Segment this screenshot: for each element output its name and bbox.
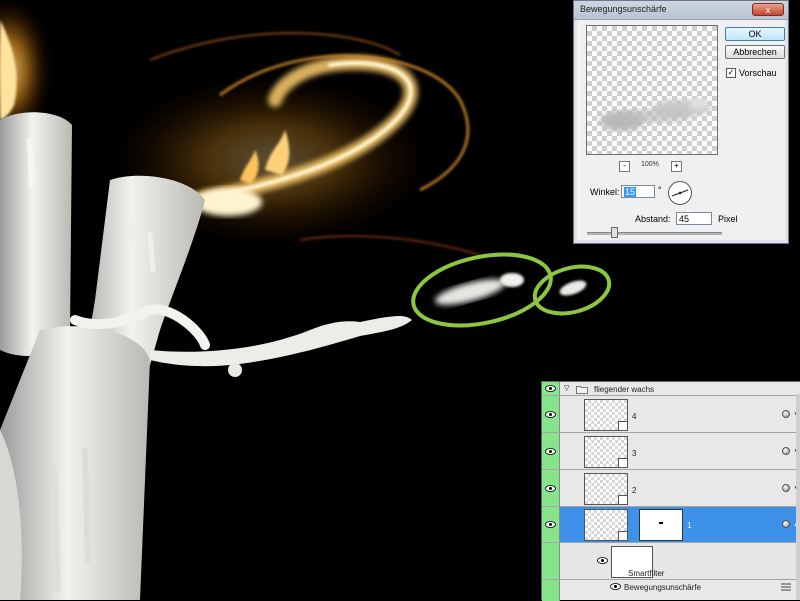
eye-icon xyxy=(545,411,556,418)
distance-label: Abstand: xyxy=(635,214,671,224)
smart-filter-icon[interactable] xyxy=(782,447,790,455)
filter-options-icon[interactable] xyxy=(780,582,792,591)
ok-button[interactable]: OK xyxy=(725,27,785,41)
filter-entry-row[interactable]: Bewegungsunschärfe xyxy=(542,580,800,601)
layer-thumbnail[interactable] xyxy=(584,399,628,431)
layer-group-row[interactable]: ▽ fliegender wachs xyxy=(542,382,800,396)
zoom-in-button[interactable]: + xyxy=(671,161,682,172)
eye-column xyxy=(542,580,560,601)
preview-checkbox[interactable]: ✓ Vorschau xyxy=(726,68,777,78)
angle-input[interactable]: 15 xyxy=(621,185,655,198)
preview-label: Vorschau xyxy=(739,68,777,78)
smart-object-icon xyxy=(618,531,627,540)
layer-thumbnail[interactable] xyxy=(584,509,628,541)
smartfilter-label: Smartfilter xyxy=(628,569,665,578)
eye-icon xyxy=(545,385,556,392)
smart-filter-icon[interactable] xyxy=(782,410,790,418)
angle-dial[interactable] xyxy=(668,181,692,205)
eye-icon xyxy=(545,485,556,492)
visibility-toggle[interactable] xyxy=(542,470,560,506)
eye-icon xyxy=(545,521,556,528)
group-name: fliegender wachs xyxy=(594,385,655,394)
visibility-toggle[interactable] xyxy=(542,507,560,542)
layers-scrollbar[interactable] xyxy=(796,394,800,600)
folder-icon xyxy=(576,386,588,394)
chevron-down-icon[interactable]: ▽ xyxy=(564,384,569,392)
eye-icon[interactable] xyxy=(610,583,621,590)
smart-object-icon xyxy=(618,495,627,504)
smart-object-icon xyxy=(618,458,627,467)
eye-column xyxy=(542,543,560,579)
visibility-toggle[interactable] xyxy=(542,382,560,395)
angle-label: Winkel: xyxy=(590,187,620,197)
layers-panel: ▽ fliegender wachs 4 ▾ 3 ▾ xyxy=(541,381,800,601)
distance-slider[interactable] xyxy=(587,232,722,235)
angle-unit: ° xyxy=(658,185,662,195)
eye-icon xyxy=(545,448,556,455)
close-button[interactable]: x xyxy=(752,3,784,16)
layer-thumbnail[interactable] xyxy=(584,436,628,468)
dialog-title: Bewegungsunschärfe xyxy=(580,4,667,14)
checkbox-box[interactable]: ✓ xyxy=(726,68,736,78)
distance-input[interactable]: 45 xyxy=(676,212,712,225)
layer-name: 1 xyxy=(687,521,692,530)
layer-thumbnail[interactable] xyxy=(584,473,628,505)
dialog-titlebar[interactable]: Bewegungsunschärfe x xyxy=(574,1,788,20)
preview-image xyxy=(600,98,712,131)
layer-name: 4 xyxy=(632,412,637,421)
smart-filter-icon[interactable] xyxy=(782,484,790,492)
layer-name: 3 xyxy=(632,449,637,458)
visibility-toggle[interactable] xyxy=(542,433,560,469)
filter-preview[interactable] xyxy=(586,25,718,155)
smart-object-icon xyxy=(618,421,627,430)
motion-blur-dialog: Bewegungsunschärfe x - 100% + OK Abbrech… xyxy=(573,0,789,244)
visibility-toggle[interactable] xyxy=(542,396,560,432)
eye-icon[interactable] xyxy=(597,557,608,564)
cancel-button[interactable]: Abbrechen xyxy=(725,45,785,59)
angle-value: 15 xyxy=(624,187,637,197)
distance-slider-thumb[interactable] xyxy=(610,227,618,238)
flying-wax-blobs xyxy=(435,273,587,305)
layer-name: 2 xyxy=(632,486,637,495)
zoom-level: 100% xyxy=(641,161,659,168)
filter-mask-thumbnail[interactable] xyxy=(639,509,683,541)
smart-filter-icon[interactable] xyxy=(782,520,790,528)
zoom-out-button[interactable]: - xyxy=(619,161,630,172)
layer-row-4[interactable]: 4 ▾ xyxy=(542,396,800,433)
layer-row-3[interactable]: 3 ▾ xyxy=(542,433,800,470)
filter-name: Bewegungsunschärfe xyxy=(624,583,701,592)
layer-row-1-selected[interactable]: 1 ▴ xyxy=(542,507,800,543)
layer-row-2[interactable]: 2 ▾ xyxy=(542,470,800,507)
distance-unit: Pixel xyxy=(718,214,738,224)
smart-filter-row[interactable]: Smartfilter xyxy=(542,543,800,580)
dialog-body: - 100% + OK Abbrechen ✓ Vorschau Winkel:… xyxy=(577,20,785,240)
dial-needle-icon xyxy=(671,189,689,197)
